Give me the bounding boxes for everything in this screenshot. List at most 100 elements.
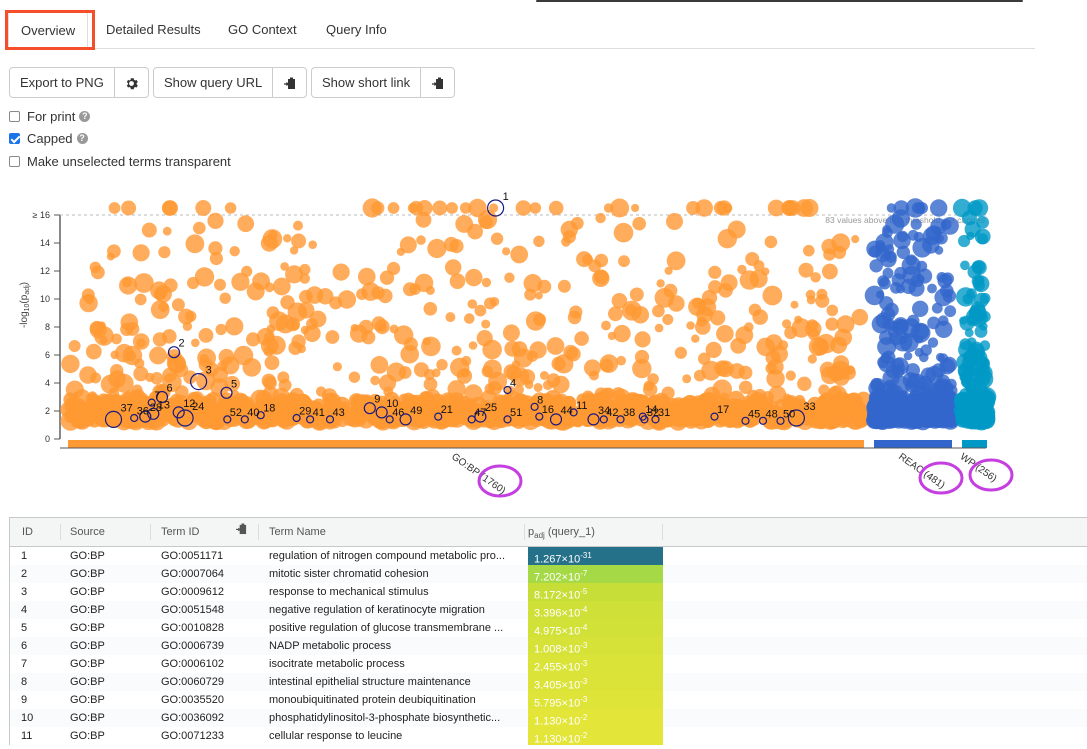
term-point[interactable] [629, 287, 644, 302]
term-point[interactable] [263, 345, 275, 357]
term-point[interactable] [264, 355, 280, 370]
term-point[interactable] [265, 412, 279, 427]
term-point[interactable] [920, 367, 937, 384]
term-point[interactable] [608, 306, 623, 322]
term-point[interactable] [403, 282, 417, 297]
term-point[interactable] [477, 209, 498, 230]
term-point[interactable] [481, 319, 491, 329]
term-point[interactable] [810, 272, 821, 283]
term-point[interactable] [524, 380, 534, 389]
term-point[interactable] [708, 265, 722, 279]
term-point[interactable] [762, 285, 783, 306]
term-point[interactable] [149, 346, 167, 365]
term-point[interactable] [242, 358, 262, 377]
term-point[interactable] [795, 199, 814, 217]
term-point[interactable] [871, 393, 883, 405]
term-point[interactable] [567, 310, 582, 325]
term-point[interactable] [399, 236, 417, 254]
col-id[interactable]: ID [22, 518, 33, 546]
term-point[interactable] [790, 300, 799, 309]
term-point[interactable] [962, 293, 973, 305]
transparent-option[interactable]: Make unselected terms transparent [9, 153, 231, 169]
term-point[interactable] [502, 324, 520, 342]
term-point[interactable] [465, 268, 483, 287]
term-point[interactable] [927, 283, 937, 294]
term-point[interactable] [589, 370, 599, 381]
term-point[interactable] [484, 297, 496, 310]
term-point[interactable] [510, 245, 529, 264]
term-point[interactable] [613, 324, 631, 343]
term-point[interactable] [416, 200, 433, 216]
capped-checkbox[interactable] [9, 132, 20, 144]
term-point[interactable] [966, 308, 984, 326]
term-point[interactable] [193, 221, 206, 235]
term-point[interactable] [370, 201, 385, 215]
term-point[interactable] [187, 276, 200, 290]
term-point[interactable] [443, 236, 459, 252]
term-point[interactable] [280, 295, 295, 310]
term-point[interactable] [974, 325, 988, 338]
term-point[interactable] [942, 289, 957, 303]
term-point[interactable] [504, 340, 521, 357]
term-point[interactable] [616, 355, 626, 366]
term-point[interactable] [979, 292, 991, 304]
term-point[interactable] [332, 263, 350, 281]
cell-term-id[interactable]: GO:0006102 [161, 655, 224, 673]
term-point[interactable] [886, 203, 897, 213]
term-point[interactable] [822, 263, 838, 280]
cell-term-id[interactable]: GO:0010828 [161, 619, 224, 637]
term-point[interactable] [533, 235, 545, 247]
term-point[interactable] [923, 411, 934, 422]
term-point[interactable] [236, 393, 248, 405]
term-point[interactable] [163, 278, 178, 293]
term-point[interactable] [686, 201, 701, 215]
term-point[interactable] [291, 233, 307, 249]
term-point[interactable] [145, 372, 155, 382]
cell-term-id[interactable]: GO:0006739 [161, 637, 224, 655]
term-point[interactable] [807, 354, 817, 364]
term-point[interactable] [916, 202, 928, 214]
term-point[interactable] [958, 234, 971, 248]
table-row[interactable]: 5 GO:BP GO:0010828 positive regulation of g… [10, 619, 1087, 638]
term-point[interactable] [325, 330, 340, 344]
term-point[interactable] [976, 216, 989, 229]
term-point[interactable] [664, 266, 673, 275]
term-point[interactable] [765, 350, 781, 366]
term-point[interactable] [960, 260, 970, 271]
term-point[interactable] [891, 273, 905, 287]
term-point[interactable] [387, 202, 400, 214]
term-point[interactable] [884, 379, 896, 391]
table-row[interactable]: 3 GO:BP GO:0009612 response to mechanical s… [10, 583, 1087, 602]
term-point[interactable] [122, 277, 133, 288]
term-point[interactable] [141, 222, 157, 238]
term-point[interactable] [851, 235, 860, 244]
table-row[interactable]: 11 GO:BP GO:0071233 cellular response to le… [10, 727, 1087, 746]
col-source[interactable]: Source [70, 518, 105, 546]
term-point[interactable] [70, 401, 83, 414]
term-point[interactable] [256, 327, 275, 346]
term-point[interactable] [919, 352, 929, 363]
term-point[interactable] [803, 244, 815, 257]
term-point[interactable] [224, 202, 237, 214]
term-point[interactable] [944, 305, 957, 318]
term-point[interactable] [601, 320, 611, 331]
table-row[interactable]: 6 GO:BP GO:0006739 NADP metabolic process 1.… [10, 637, 1087, 656]
term-point[interactable] [379, 270, 395, 285]
for-print-checkbox[interactable] [9, 110, 20, 122]
term-point[interactable] [868, 245, 881, 258]
cell-term-id[interactable]: GO:0051171 [161, 547, 223, 565]
source-band-reac[interactable] [874, 440, 952, 448]
term-point[interactable] [652, 304, 665, 318]
term-point[interactable] [710, 310, 726, 326]
term-point[interactable] [705, 341, 722, 358]
term-point[interactable] [400, 344, 420, 364]
term-point[interactable] [413, 362, 429, 378]
help-icon[interactable]: ? [76, 132, 88, 144]
term-point[interactable] [595, 212, 606, 224]
term-point[interactable] [941, 217, 959, 235]
term-point[interactable] [132, 244, 150, 262]
term-point[interactable] [656, 279, 665, 288]
term-point[interactable] [134, 293, 147, 306]
term-point[interactable] [436, 359, 448, 371]
copy-term-ids-button[interactable] [236, 518, 247, 546]
